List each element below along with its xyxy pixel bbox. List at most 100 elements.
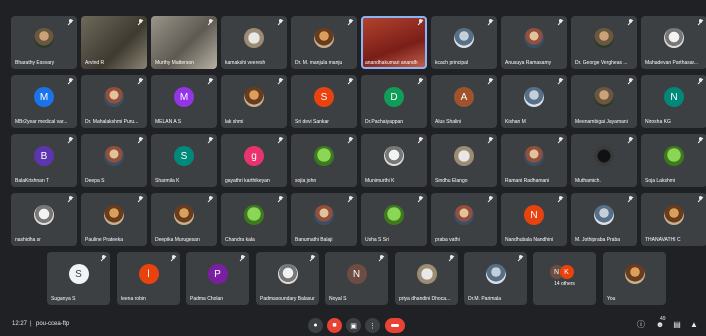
participant-name: kcach principal [435,60,469,66]
more-options-button[interactable]: ⋮ [365,318,380,333]
participant-tile[interactable]: Dr. Mahalakshmi Puru... [81,75,147,128]
participant-tile[interactable]: Sindhu Elango [431,134,497,187]
muted-mic-icon [138,19,143,25]
participant-tile[interactable]: THANAVATHI C [641,193,706,246]
participant-tile[interactable]: Kishan M [501,75,567,128]
avatar [416,264,437,285]
participant-tile[interactable]: Banumathi Balaji [291,193,357,246]
chat-button[interactable]: ▤ [672,320,682,330]
participant-name: nashidha sr [15,237,41,243]
participant-tile[interactable]: Murthy Matterson [151,16,217,69]
participant-tile[interactable]: Muthamich. [571,134,637,187]
participant-name: kamakshi veeresh [225,60,266,66]
participant-tile[interactable]: N K 14 others [533,252,596,305]
participant-tile[interactable]: N Nandhubala Nandhini [501,193,567,246]
participant-tile[interactable]: praba vathi [431,193,497,246]
chat-icon: ▤ [673,320,681,329]
participant-name: Sri devi Sankar [295,119,329,125]
participant-tile[interactable]: S Sharmila K [151,134,217,187]
muted-mic-icon [348,19,353,25]
muted-mic-icon [348,196,353,202]
participant-name: Nirosha KG [645,119,671,125]
participant-name: Pauline Prateeka [85,237,124,243]
participant-name: anandhakumari anandh [365,60,418,66]
avatar [104,205,124,226]
participant-tile[interactable]: B BalaKrishnan T [11,134,77,187]
participant-tile[interactable]: A Alus Shalini [431,75,497,128]
participant-tile[interactable]: Arvind R [81,16,147,69]
muted-mic-icon [698,78,703,84]
participant-tile[interactable]: Usha S Sri [361,193,427,246]
participant-tile[interactable]: You [603,252,666,305]
participant-tile[interactable]: Dr. George Vergheas ... [571,16,637,69]
participant-tile[interactable]: D Dr.Pachaiyappan [361,75,427,128]
participant-tile[interactable]: lak shmi [221,75,287,128]
muted-mic-icon [488,137,493,143]
avatar [384,146,404,167]
participant-name: lak shmi [225,119,244,125]
participant-tile[interactable]: S Suganya S [47,252,110,305]
avatar [104,146,124,167]
mic-button[interactable]: ● [308,318,323,333]
participant-tile[interactable]: S Sri devi Sankar [291,75,357,128]
participant-tile[interactable]: l leena robin [117,252,180,305]
participant-tile[interactable]: M. Jothipraba Praba [571,193,637,246]
participant-name: Munimurthi K [365,178,395,184]
muted-mic-icon [278,19,283,25]
participant-tile[interactable]: sojia john [291,134,357,187]
avatar: M [34,87,54,108]
avatar [314,28,334,49]
muted-mic-icon [698,137,703,143]
participant-name: Deepa S [85,178,105,184]
avatar [34,28,54,49]
participant-tile[interactable]: kcach principal [431,16,497,69]
end-call-button[interactable] [385,318,405,333]
camera-button[interactable]: ■ [327,318,342,333]
participant-tile[interactable]: priya dhandini Dhoca... [395,252,458,305]
avatar [454,146,474,167]
participant-tile[interactable]: Anusuya Ramasamy [501,16,567,69]
participant-tile[interactable]: M MELAN A S [151,75,217,128]
participant-tile[interactable]: Soja Lakshmi [641,134,706,187]
participant-tile[interactable]: M MBr2year medical var... [11,75,77,128]
participant-tile[interactable]: Mahadevan Parthasar... [641,16,706,69]
participant-tile[interactable]: Pauline Prateeka [81,193,147,246]
info-button[interactable]: ⓘ [636,320,646,330]
participant-tile[interactable]: Munimurthi K [361,134,427,187]
avatar [104,87,124,108]
avatar [624,264,645,285]
participant-tile[interactable]: Bharathy Essvary [11,16,77,69]
participant-tile[interactable]: anandhakumari anandh [361,16,427,69]
participant-tile[interactable]: P Padma Cholan [186,252,249,305]
participant-tile[interactable]: Padmasoundary Balasur... [256,252,319,305]
participant-tile[interactable]: N Noyal S [325,252,388,305]
participant-tile[interactable]: Meenambigai Jayamani [571,75,637,128]
participant-tile[interactable]: Deepa S [81,134,147,187]
participant-tile[interactable]: nashidha sr [11,193,77,246]
participant-tile[interactable]: Deepika Murugesan [151,193,217,246]
muted-mic-icon [68,78,73,84]
participant-tile[interactable]: Ramani Radhamani [501,134,567,187]
muted-mic-icon [101,255,106,261]
present-button[interactable]: ▣ [346,318,361,333]
activities-icon: ▲ [690,320,698,329]
muted-mic-icon [68,196,73,202]
avatar [244,87,264,108]
participant-tile[interactable]: N Nirosha KG [641,75,706,128]
participant-name: Kishan M [505,119,526,125]
participant-tile[interactable]: Dr. M. manjula manju [291,16,357,69]
avatar [277,264,298,285]
avatar [314,205,334,226]
muted-mic-icon [138,78,143,84]
participant-tile[interactable]: Chandra kala [221,193,287,246]
participant-tile[interactable]: Dr.M. Parimala [464,252,527,305]
participant-tile[interactable]: kamakshi veeresh [221,16,287,69]
avatar [454,28,474,49]
muted-mic-icon [138,137,143,143]
participant-tile[interactable]: g gayathri karthikeyan [221,134,287,187]
participant-count: 49 [660,316,666,322]
participant-name: Suganya S [51,296,76,302]
participant-name: Dr. George Vergheas ... [575,60,628,66]
muted-mic-icon [518,255,523,261]
activities-button[interactable]: ▲ [689,320,699,330]
